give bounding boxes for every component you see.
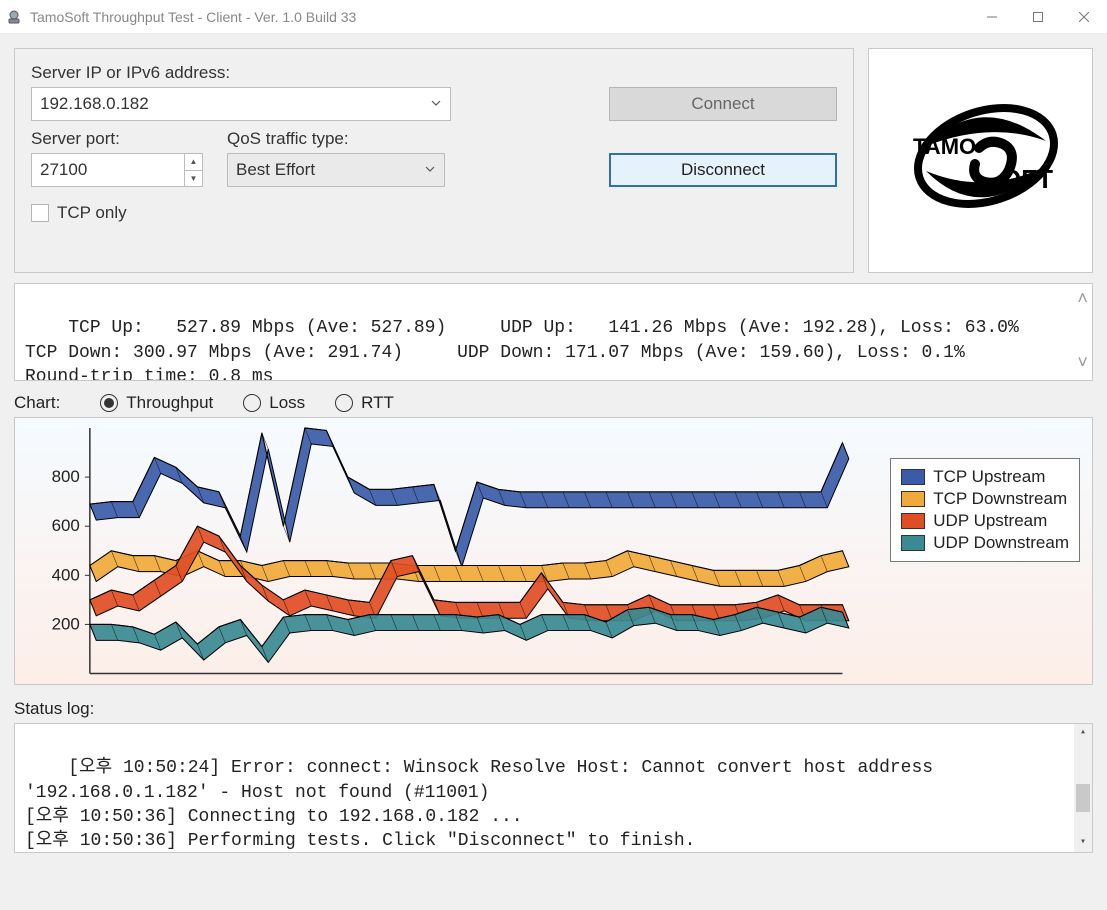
server-ip-label: Server IP or IPv6 address: xyxy=(31,63,837,83)
radio-rtt[interactable]: RTT xyxy=(335,393,394,413)
port-spinner[interactable]: ▲ ▼ xyxy=(184,154,202,186)
titlebar: TamoSoft Throughput Test - Client - Ver.… xyxy=(0,0,1107,34)
radio-throughput[interactable]: Throughput xyxy=(100,393,213,413)
server-ip-combo[interactable]: 192.168.0.182 xyxy=(31,87,451,121)
status-log: [오후 10:50:24] Error: connect: Winsock Re… xyxy=(14,723,1093,853)
scrollbar-thumb[interactable] xyxy=(1076,784,1090,812)
svg-text:600: 600 xyxy=(52,516,80,535)
tamosoft-logo: TAMO OFT xyxy=(891,86,1071,236)
chevron-down-icon xyxy=(424,160,436,180)
radio-loss[interactable]: Loss xyxy=(243,393,305,413)
chevron-down-icon xyxy=(430,94,442,114)
close-button[interactable] xyxy=(1061,1,1107,33)
scroll-up-icon[interactable]: ▴ xyxy=(1074,724,1092,742)
connection-panel: Server IP or IPv6 address: 192.168.0.182… xyxy=(14,48,854,273)
qos-label: QoS traffic type: xyxy=(227,129,445,149)
server-port-label: Server port: xyxy=(31,129,203,149)
window-title: TamoSoft Throughput Test - Client - Ver.… xyxy=(30,9,356,25)
stats-readout: TCP Up: 527.89 Mbps (Ave: 527.89) UDP Up… xyxy=(14,283,1093,381)
swatch-tcp-up xyxy=(901,469,925,485)
svg-text:800: 800 xyxy=(52,467,80,486)
chart-label: Chart: xyxy=(14,393,60,413)
logo-panel: TAMO OFT xyxy=(868,48,1093,273)
maximize-button[interactable] xyxy=(1015,1,1061,33)
svg-text:200: 200 xyxy=(52,614,80,633)
throughput-chart: 200 400 600 800 TCP Upstream TCP Downstream… xyxy=(14,417,1093,685)
qos-value: Best Effort xyxy=(236,160,315,180)
disconnect-button[interactable]: Disconnect xyxy=(609,153,837,187)
minimize-button[interactable] xyxy=(969,1,1015,33)
status-log-label: Status log: xyxy=(14,699,1093,719)
spin-up-icon[interactable]: ▲ xyxy=(185,154,202,170)
connect-button[interactable]: Connect xyxy=(609,87,837,121)
spin-down-icon[interactable]: ▼ xyxy=(185,170,202,187)
radio-dot-icon xyxy=(335,394,353,412)
chart-legend: TCP Upstream TCP Downstream UDP Upstream… xyxy=(890,458,1080,562)
swatch-tcp-down xyxy=(901,491,925,507)
svg-text:400: 400 xyxy=(52,565,80,584)
svg-text:OFT: OFT xyxy=(1001,164,1053,194)
legend-tcp-up: TCP Upstream xyxy=(933,467,1045,487)
radio-rtt-label: RTT xyxy=(361,393,394,413)
radio-dot-icon xyxy=(100,394,118,412)
disconnect-button-label: Disconnect xyxy=(681,160,765,180)
tcp-only-checkbox[interactable] xyxy=(31,204,49,222)
radio-throughput-label: Throughput xyxy=(126,393,213,413)
qos-select[interactable]: Best Effort xyxy=(227,153,445,187)
stats-text: TCP Up: 527.89 Mbps (Ave: 527.89) UDP Up… xyxy=(25,318,1019,381)
tcp-only-label: TCP only xyxy=(57,203,127,223)
status-log-text: [오후 10:50:24] Error: connect: Winsock Re… xyxy=(25,758,944,851)
swatch-udp-down xyxy=(901,535,925,551)
swatch-udp-up xyxy=(901,513,925,529)
scroll-down-icon[interactable]: ˅ xyxy=(1077,352,1088,376)
server-port-input[interactable]: 27100 ▲ ▼ xyxy=(31,153,203,187)
status-scrollbar[interactable]: ▴ ▾ xyxy=(1074,724,1092,852)
chart-selector: Chart: Throughput Loss RTT xyxy=(14,393,1093,413)
scroll-down-icon[interactable]: ▾ xyxy=(1074,834,1092,852)
legend-udp-up: UDP Upstream xyxy=(933,511,1047,531)
radio-dot-icon xyxy=(243,394,261,412)
server-port-value: 27100 xyxy=(40,160,87,180)
server-ip-value: 192.168.0.182 xyxy=(40,94,149,114)
scroll-up-icon[interactable]: ˄ xyxy=(1077,288,1088,312)
radio-loss-label: Loss xyxy=(269,393,305,413)
legend-tcp-down: TCP Downstream xyxy=(933,489,1067,509)
legend-udp-down: UDP Downstream xyxy=(933,533,1069,553)
connect-button-label: Connect xyxy=(691,94,754,114)
app-icon xyxy=(6,9,22,25)
svg-text:TAMO: TAMO xyxy=(913,134,976,159)
